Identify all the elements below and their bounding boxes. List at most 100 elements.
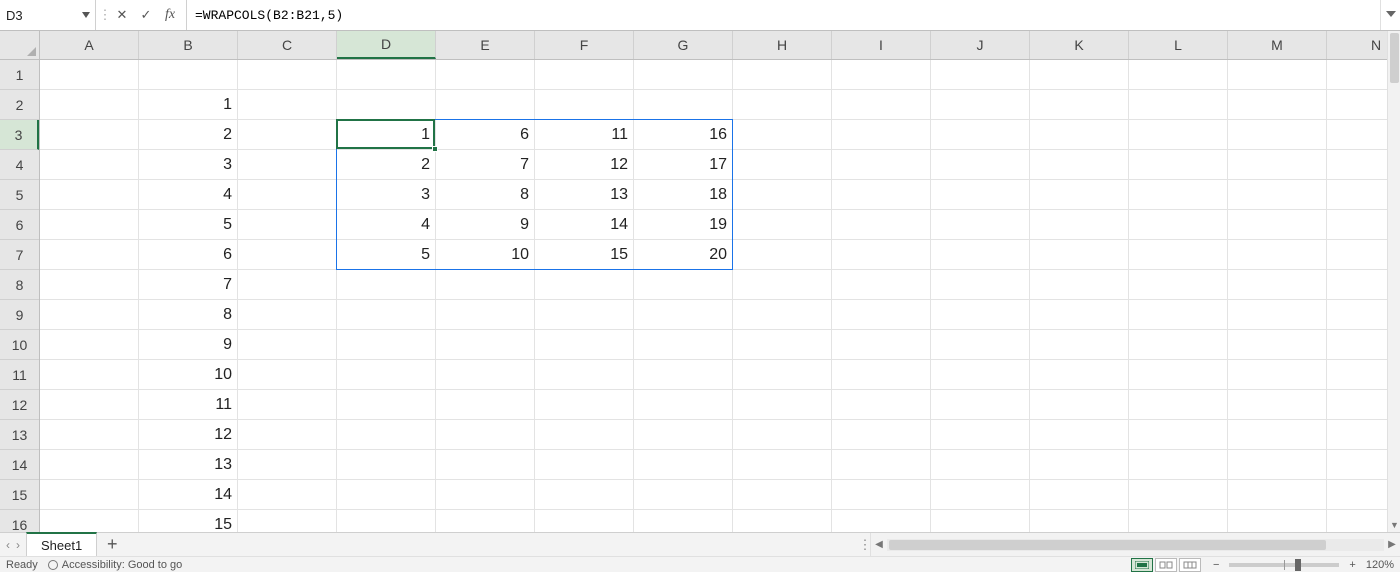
cell-A2[interactable] [40, 90, 139, 120]
horizontal-scroll-thumb[interactable] [889, 540, 1326, 550]
cell-A13[interactable] [40, 420, 139, 450]
cell-A1[interactable] [40, 60, 139, 90]
column-header-H[interactable]: H [733, 31, 832, 59]
cell-B15[interactable]: 14 [139, 480, 238, 510]
vertical-scrollbar[interactable]: ▼ [1387, 31, 1400, 532]
cell-B6[interactable]: 5 [139, 210, 238, 240]
cell-A12[interactable] [40, 390, 139, 420]
cell-H1[interactable] [733, 60, 832, 90]
cell-E4[interactable]: 7 [436, 150, 535, 180]
cell-K5[interactable] [1030, 180, 1129, 210]
cell-L9[interactable] [1129, 300, 1228, 330]
cell-H9[interactable] [733, 300, 832, 330]
column-header-E[interactable]: E [436, 31, 535, 59]
cell-C11[interactable] [238, 360, 337, 390]
row-header-7[interactable]: 7 [0, 240, 39, 270]
cell-C15[interactable] [238, 480, 337, 510]
scroll-down-arrow-icon[interactable]: ▼ [1388, 518, 1400, 532]
cell-F6[interactable]: 14 [535, 210, 634, 240]
column-header-M[interactable]: M [1228, 31, 1327, 59]
cell-F8[interactable] [535, 270, 634, 300]
cell-M15[interactable] [1228, 480, 1327, 510]
zoom-slider-knob[interactable] [1295, 559, 1301, 571]
cell-H2[interactable] [733, 90, 832, 120]
row-header-8[interactable]: 8 [0, 270, 39, 300]
cell-L1[interactable] [1129, 60, 1228, 90]
cell-E2[interactable] [436, 90, 535, 120]
column-header-C[interactable]: C [238, 31, 337, 59]
cell-A5[interactable] [40, 180, 139, 210]
cell-M8[interactable] [1228, 270, 1327, 300]
cell-M6[interactable] [1228, 210, 1327, 240]
row-header-9[interactable]: 9 [0, 300, 39, 330]
cell-J6[interactable] [931, 210, 1030, 240]
cell-I9[interactable] [832, 300, 931, 330]
cell-J2[interactable] [931, 90, 1030, 120]
cell-J1[interactable] [931, 60, 1030, 90]
column-header-G[interactable]: G [634, 31, 733, 59]
cell-B13[interactable]: 12 [139, 420, 238, 450]
cell-B7[interactable]: 6 [139, 240, 238, 270]
cell-K14[interactable] [1030, 450, 1129, 480]
column-header-K[interactable]: K [1030, 31, 1129, 59]
row-header-16[interactable]: 16 [0, 510, 39, 532]
cell-F9[interactable] [535, 300, 634, 330]
cell-M7[interactable] [1228, 240, 1327, 270]
cell-F4[interactable]: 12 [535, 150, 634, 180]
cell-A7[interactable] [40, 240, 139, 270]
cell-I15[interactable] [832, 480, 931, 510]
cell-D1[interactable] [337, 60, 436, 90]
cell-J3[interactable] [931, 120, 1030, 150]
cell-B16[interactable]: 15 [139, 510, 238, 532]
cell-A9[interactable] [40, 300, 139, 330]
cell-G11[interactable] [634, 360, 733, 390]
cell-H11[interactable] [733, 360, 832, 390]
cell-E13[interactable] [436, 420, 535, 450]
cell-L10[interactable] [1129, 330, 1228, 360]
column-header-F[interactable]: F [535, 31, 634, 59]
hscroll-track[interactable] [887, 539, 1384, 551]
cell-D5[interactable]: 3 [337, 180, 436, 210]
cell-G12[interactable] [634, 390, 733, 420]
cell-G4[interactable]: 17 [634, 150, 733, 180]
cell-K13[interactable] [1030, 420, 1129, 450]
cell-F12[interactable] [535, 390, 634, 420]
cell-C9[interactable] [238, 300, 337, 330]
cell-A4[interactable] [40, 150, 139, 180]
cell-F5[interactable]: 13 [535, 180, 634, 210]
cell-B5[interactable]: 4 [139, 180, 238, 210]
cell-K11[interactable] [1030, 360, 1129, 390]
cell-A8[interactable] [40, 270, 139, 300]
tab-prev-button[interactable]: ‹ [6, 538, 10, 552]
cell-M14[interactable] [1228, 450, 1327, 480]
cancel-button[interactable]: ✕ [112, 5, 132, 25]
zoom-percent-label[interactable]: 120% [1366, 559, 1394, 571]
zoom-in-button[interactable]: + [1345, 559, 1359, 571]
cell-F7[interactable]: 15 [535, 240, 634, 270]
cell-E3[interactable]: 6 [436, 120, 535, 150]
cell-A11[interactable] [40, 360, 139, 390]
cell-L3[interactable] [1129, 120, 1228, 150]
normal-view-button[interactable] [1131, 558, 1153, 572]
cell-B12[interactable]: 11 [139, 390, 238, 420]
cell-F3[interactable]: 11 [535, 120, 634, 150]
cell-D14[interactable] [337, 450, 436, 480]
cell-D9[interactable] [337, 300, 436, 330]
cell-G16[interactable] [634, 510, 733, 532]
cell-I12[interactable] [832, 390, 931, 420]
cell-E14[interactable] [436, 450, 535, 480]
cell-M13[interactable] [1228, 420, 1327, 450]
cell-G15[interactable] [634, 480, 733, 510]
cell-H7[interactable] [733, 240, 832, 270]
cell-K4[interactable] [1030, 150, 1129, 180]
cell-J5[interactable] [931, 180, 1030, 210]
cell-H3[interactable] [733, 120, 832, 150]
cell-I11[interactable] [832, 360, 931, 390]
cell-G9[interactable] [634, 300, 733, 330]
cell-G1[interactable] [634, 60, 733, 90]
row-header-6[interactable]: 6 [0, 210, 39, 240]
cell-F15[interactable] [535, 480, 634, 510]
cell-B11[interactable]: 10 [139, 360, 238, 390]
cell-C5[interactable] [238, 180, 337, 210]
cell-F11[interactable] [535, 360, 634, 390]
